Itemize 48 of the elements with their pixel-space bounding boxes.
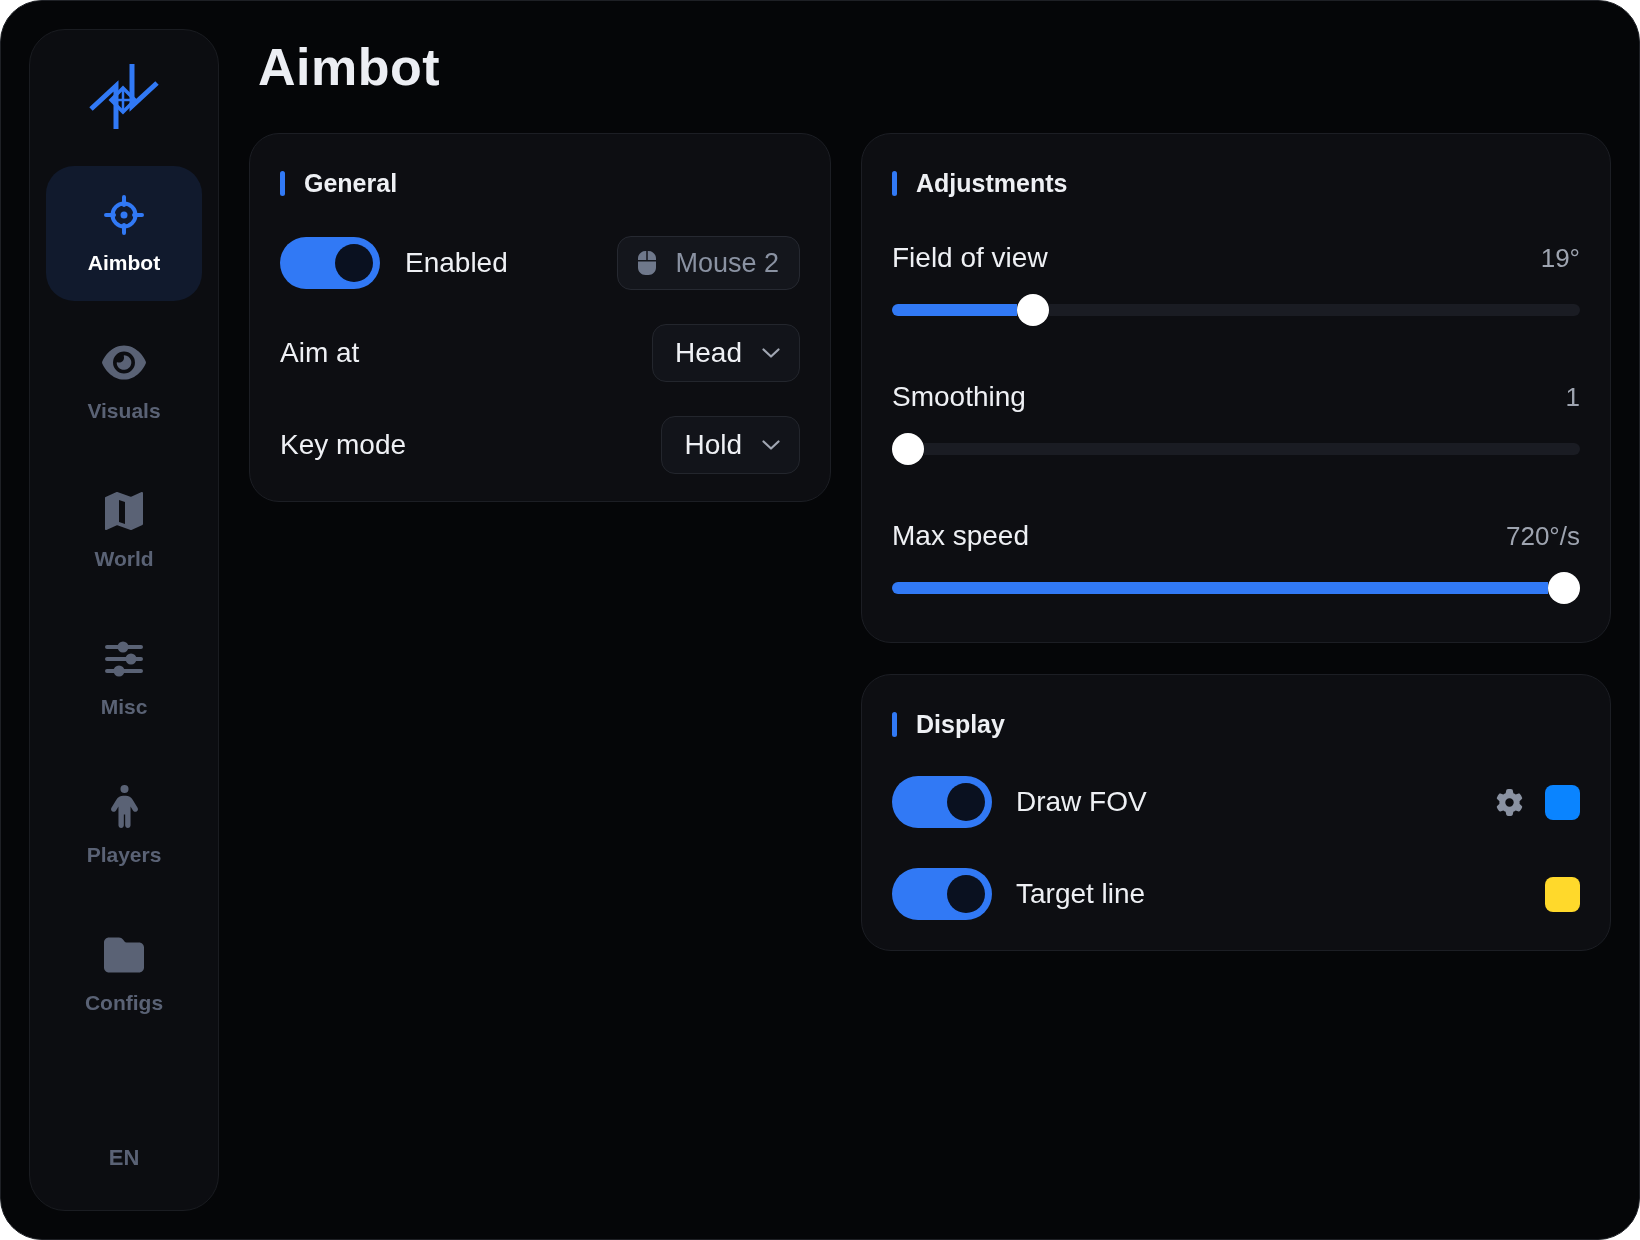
nav-item[interactable]: Players [46, 758, 202, 893]
field-label: Key mode [280, 429, 407, 461]
toggle-label: Enabled [405, 247, 508, 279]
section-title: General [304, 170, 398, 196]
slider-label: Smoothing [892, 381, 1026, 413]
crosshair-icon [104, 194, 144, 235]
section-title: Display [916, 711, 1005, 737]
slider-track[interactable] [1048, 304, 1580, 316]
map-icon [105, 490, 143, 531]
slider-label: Field of view [892, 242, 1048, 274]
slider-track[interactable] [924, 443, 1580, 455]
language-button[interactable]: EN [108, 1145, 140, 1171]
page-title: Aimbot [258, 41, 441, 93]
settings-icon[interactable] [1496, 788, 1523, 816]
nav-item[interactable]: Misc [46, 610, 202, 745]
slider-thumb[interactable] [1016, 294, 1049, 326]
nav-item[interactable]: Configs [46, 906, 202, 1041]
chevron-down-icon [762, 440, 780, 450]
slider-thumb[interactable] [892, 433, 924, 465]
section-title: Adjustments [916, 170, 1068, 196]
dropdown[interactable]: Hold [661, 416, 800, 474]
toggle-label: Target line [1016, 878, 1146, 910]
logo-icon [89, 63, 159, 131]
slider-value: 1 [1565, 381, 1580, 413]
toggle-switch[interactable] [892, 776, 992, 828]
slider-value: 720°/s [1506, 520, 1580, 552]
section-marker-icon [892, 711, 897, 737]
sliders-icon [104, 640, 144, 677]
slider-label: Max speed [892, 520, 1029, 552]
chevron-down-icon [762, 348, 780, 358]
dropdown[interactable]: Head [652, 324, 800, 382]
swatch-icon[interactable] [1545, 784, 1580, 820]
toggle-switch[interactable] [892, 868, 992, 920]
toggle-label: Draw FOV [1016, 786, 1147, 818]
nav-item[interactable]: World [46, 462, 202, 597]
field-label: Aim at [280, 337, 360, 369]
nav-item[interactable]: Visuals [46, 314, 202, 449]
slider-thumb[interactable] [1548, 572, 1580, 604]
person-icon [110, 785, 138, 828]
slider-value: 19° [1540, 242, 1580, 274]
nav-item[interactable]: Aimbot [46, 166, 202, 301]
section-marker-icon [280, 170, 285, 196]
keybind-button[interactable]: Mouse 2 [617, 236, 800, 290]
toggle-switch[interactable] [280, 237, 380, 289]
eye-icon [102, 343, 146, 382]
swatch-icon[interactable] [1545, 876, 1580, 912]
section-marker-icon [892, 170, 897, 196]
mouse-icon [638, 251, 657, 275]
